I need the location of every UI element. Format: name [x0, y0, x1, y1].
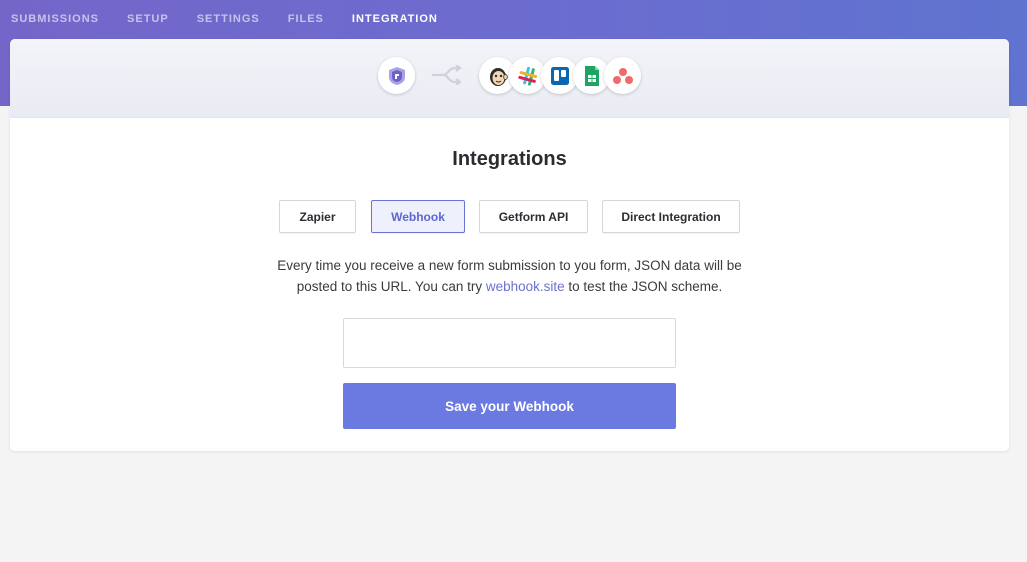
nav-item-integration[interactable]: INTEGRATION — [352, 13, 438, 25]
description-text-pre: posted to this URL. You can try — [296, 279, 486, 294]
nav-item-setup[interactable]: SETUP — [127, 13, 169, 25]
tab-getform-api[interactable]: Getform API — [479, 200, 588, 233]
getform-icon — [378, 57, 415, 94]
tab-webhook[interactable]: Webhook — [371, 200, 465, 233]
integration-card: Integrations Zapier Webhook Getform API … — [10, 39, 1009, 451]
tab-direct-integration[interactable]: Direct Integration — [602, 200, 740, 233]
integration-icons-header — [10, 39, 1009, 118]
save-webhook-button[interactable]: Save your Webhook — [343, 383, 676, 429]
nav-item-settings[interactable]: SETTINGS — [197, 13, 260, 25]
nav-item-files[interactable]: FILES — [288, 13, 324, 25]
tab-zapier[interactable]: Zapier — [279, 200, 356, 233]
description-text-post: to test the JSON scheme. — [564, 279, 723, 294]
webhook-site-link[interactable]: webhook.site — [486, 279, 565, 294]
description-line-2: posted to this URL. You can try webhook.… — [10, 276, 1009, 297]
webhook-description: Every time you receive a new form submis… — [10, 255, 1009, 297]
asana-icon — [604, 57, 641, 94]
description-line-1: Every time you receive a new form submis… — [277, 258, 742, 273]
page-title: Integrations — [452, 148, 567, 170]
webhook-url-input[interactable] — [343, 318, 676, 368]
nav-item-submissions[interactable]: SUBMISSIONS — [11, 13, 99, 25]
main-nav: SUBMISSIONS SETUP SETTINGS FILES INTEGRA… — [11, 13, 466, 25]
shuffle-icon — [432, 65, 462, 85]
